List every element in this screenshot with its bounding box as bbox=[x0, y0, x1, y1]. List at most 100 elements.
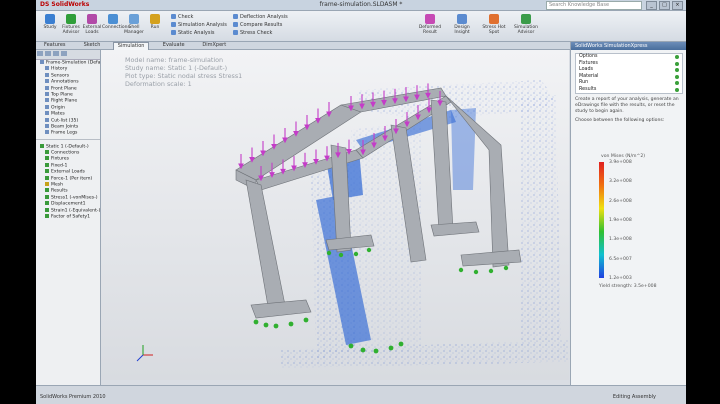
ribbon-button-fixture[interactable]: Fixtures Advisor bbox=[60, 13, 82, 39]
ribbon-button-shell[interactable]: Shell Manager bbox=[123, 13, 145, 39]
tool-icon bbox=[233, 22, 238, 27]
simulation-icon bbox=[45, 162, 49, 167]
ribbon-tool[interactable]: Static Analysis bbox=[171, 30, 215, 37]
status-right: Editing Assembly bbox=[612, 394, 656, 400]
tree-item-label: Connections bbox=[51, 150, 80, 156]
tool-icon bbox=[171, 22, 176, 27]
ribbon-button-label: Design Insight bbox=[454, 25, 470, 35]
check-icon bbox=[675, 87, 679, 92]
ribbon-tool-label: Compare Results bbox=[240, 22, 283, 28]
tree-item-label: Strain1 (-Equivalent-) bbox=[51, 208, 101, 214]
simulation-icon bbox=[45, 156, 49, 161]
step-label: Material bbox=[579, 73, 599, 79]
ribbon-button-label: Simulation Advisor bbox=[514, 25, 538, 35]
simulation-icon bbox=[45, 194, 49, 199]
ribbon-tool-label: Simulation Analysis bbox=[178, 22, 227, 28]
ribbon-tool-icon bbox=[457, 14, 467, 24]
feature-icon bbox=[45, 117, 49, 122]
title-bar: DS SolidWorks frame-simulation.SLDASM * … bbox=[36, 0, 686, 11]
tree-item-label: Displacement1 bbox=[51, 201, 86, 207]
tab-simulation[interactable]: Simulation bbox=[112, 42, 150, 50]
ribbon-button-wide[interactable]: Stress Hot Spot bbox=[480, 13, 508, 39]
ribbon-tool[interactable]: Deflection Analysis bbox=[233, 14, 288, 21]
panel-description: Create a report of your analysis, genera… bbox=[575, 97, 679, 114]
tree-item-label: Fixtures bbox=[51, 156, 70, 162]
simulation-icon bbox=[45, 188, 49, 193]
ribbon-tool-icon bbox=[489, 14, 499, 24]
legend-value: 3.9e+008 bbox=[609, 160, 632, 165]
ribbon-tool[interactable]: Stress Check bbox=[233, 30, 272, 37]
frame-model[interactable] bbox=[101, 50, 569, 380]
feature-tree-icon[interactable] bbox=[37, 51, 43, 56]
dimxpert-icon[interactable] bbox=[61, 51, 67, 56]
tree-item-label: Fixed-1 bbox=[51, 163, 68, 169]
tab-dimxpert[interactable]: DimXpert bbox=[198, 42, 230, 49]
ribbon-tool[interactable]: Compare Results bbox=[233, 22, 282, 29]
feature-icon bbox=[45, 123, 49, 128]
application-window: DS SolidWorks frame-simulation.SLDASM * … bbox=[36, 0, 686, 404]
panel-prompt: Choose between the following options: bbox=[575, 118, 665, 123]
tool-icon bbox=[171, 30, 176, 35]
step-results[interactable]: Results bbox=[576, 87, 682, 94]
ribbon-button-wide[interactable]: Design Insight bbox=[448, 13, 476, 39]
tool-icon bbox=[233, 14, 238, 19]
ribbon-button-label: External Loads bbox=[82, 25, 102, 35]
simulation-icon bbox=[45, 169, 49, 174]
feature-icon bbox=[45, 72, 49, 77]
check-icon bbox=[675, 81, 679, 85]
close-button[interactable]: × bbox=[672, 1, 683, 10]
tool-icon bbox=[233, 30, 238, 35]
stress-legend-bar bbox=[599, 162, 604, 278]
feature-icon bbox=[45, 66, 49, 71]
ribbon-button-study[interactable]: Study bbox=[39, 13, 61, 39]
tab-features[interactable]: Features bbox=[40, 42, 70, 49]
ribbon-button-wide[interactable]: Simulation Advisor bbox=[512, 13, 540, 39]
tree-item-label: External Loads bbox=[51, 169, 85, 175]
graphics-viewport[interactable]: Model name: frame-simulation Study name:… bbox=[101, 50, 569, 380]
simulation-icon bbox=[45, 182, 49, 187]
tree-item-label: Results bbox=[51, 188, 68, 194]
tree-item-label: Cut-list (35) bbox=[51, 118, 79, 124]
feature-icon bbox=[40, 60, 44, 64]
status-left: SolidWorks Premium 2010 bbox=[40, 394, 106, 400]
check-icon bbox=[675, 55, 679, 59]
configuration-icon[interactable] bbox=[53, 51, 59, 56]
ribbon-tool-icon bbox=[521, 14, 531, 24]
minimize-button[interactable]: _ bbox=[646, 1, 657, 10]
check-icon bbox=[675, 74, 679, 79]
ribbon-tool-label: Check bbox=[178, 14, 194, 20]
step-label: Results bbox=[579, 86, 597, 92]
search-input[interactable]: Search Knowledge Base bbox=[546, 1, 642, 10]
tree-item-label: Mesh bbox=[51, 182, 64, 188]
check-icon bbox=[675, 68, 679, 72]
tree-item-label: Static 1 (-Default-) bbox=[46, 144, 89, 150]
ribbon-button-wide[interactable]: Deformed Result bbox=[416, 13, 444, 39]
legend-value: 2.6e+008 bbox=[609, 198, 632, 204]
ribbon-tool-label: Static Analysis bbox=[178, 30, 215, 36]
ribbon-tool-label: Deflection Analysis bbox=[240, 14, 288, 20]
property-manager-icon[interactable] bbox=[45, 51, 51, 56]
tree-item[interactable]: Frame Legs bbox=[36, 130, 100, 136]
ribbon-button-load[interactable]: External Loads bbox=[81, 13, 103, 39]
simulation-icon bbox=[40, 143, 44, 148]
maximize-button[interactable]: □ bbox=[659, 1, 670, 10]
tree-item-label: Origin bbox=[51, 105, 65, 111]
tree-item-label: Annotations bbox=[51, 79, 79, 85]
fixture-icon bbox=[66, 14, 76, 24]
command-manager-ribbon: Study Fixtures Advisor External Loads Conne… bbox=[36, 11, 686, 42]
tool-icon bbox=[171, 14, 176, 19]
step-list: Options Fixtures Loads Material Run Results bbox=[575, 53, 683, 94]
ribbon-button-label: Deformed Result bbox=[418, 25, 442, 35]
simulation-tree-item[interactable]: Factor of Safety1 bbox=[36, 213, 100, 220]
ribbon-tool[interactable]: Check bbox=[171, 14, 193, 21]
ribbon-button-run[interactable]: Run bbox=[144, 13, 166, 39]
tab-evaluate[interactable]: Evaluate bbox=[159, 42, 189, 49]
simulation-icon bbox=[45, 201, 49, 206]
ribbon-tool-icon bbox=[425, 14, 435, 24]
ribbon-button-connection[interactable]: Connections bbox=[102, 13, 130, 39]
status-bar: SolidWorks Premium 2010 Editing Assembly bbox=[36, 385, 686, 404]
run-icon bbox=[150, 14, 160, 24]
tree-toolbar bbox=[36, 50, 100, 60]
tab-sketch[interactable]: Sketch bbox=[80, 42, 105, 49]
ribbon-tool[interactable]: Simulation Analysis bbox=[171, 22, 227, 29]
